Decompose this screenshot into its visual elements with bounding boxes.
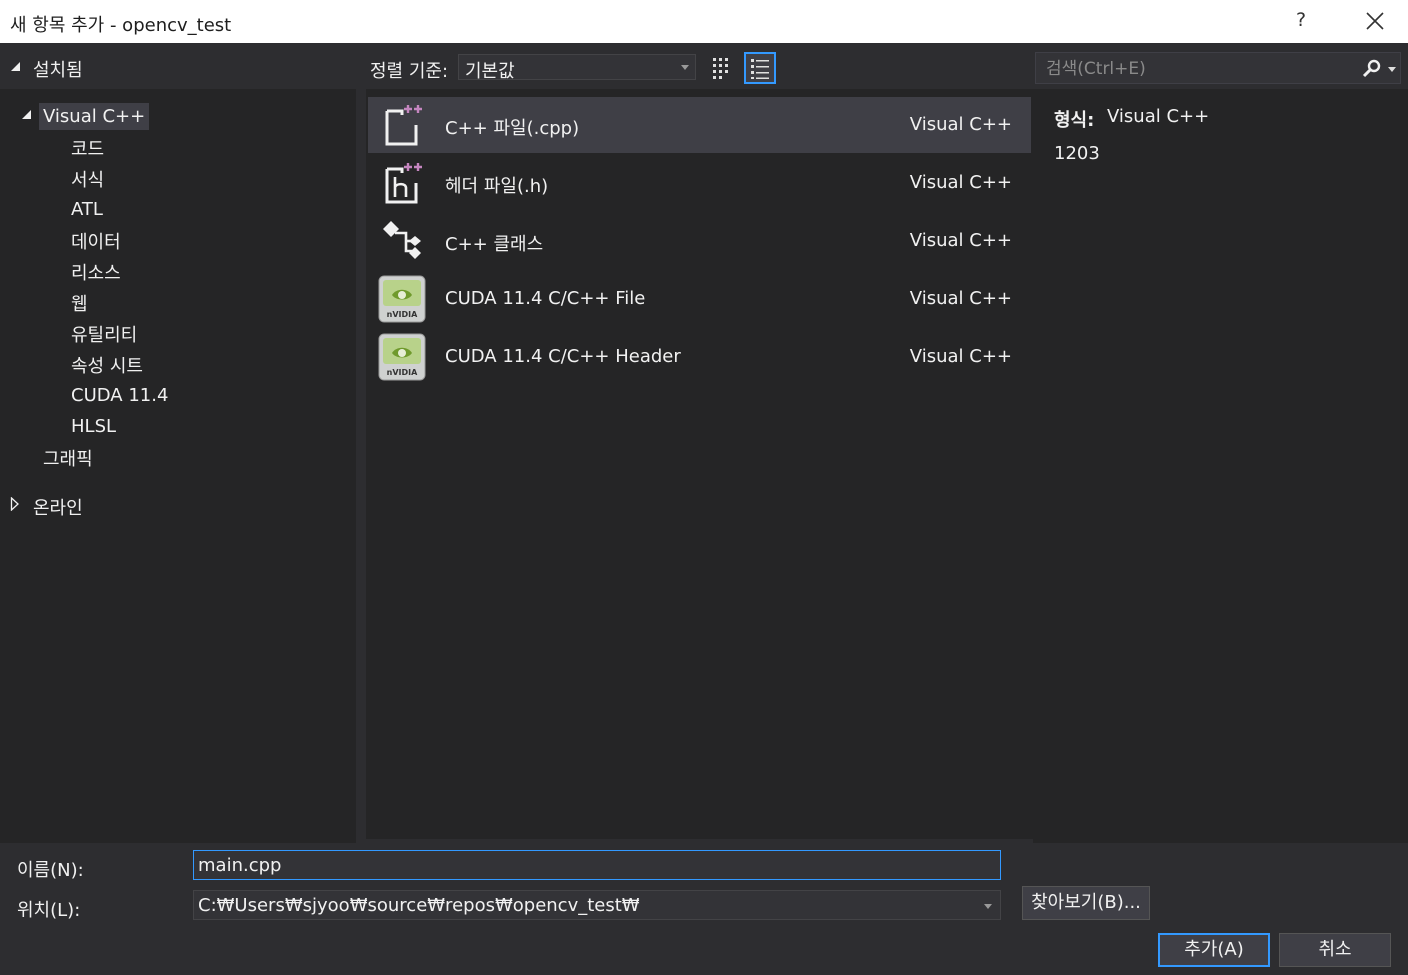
close-icon [1366,12,1384,30]
tree-item-format[interactable]: 서식 [71,166,104,192]
tree-item-graphics[interactable]: 그래픽 [43,445,93,471]
chevron-down-icon[interactable] [984,904,992,909]
nvidia-icon: nVIDIA [378,275,426,323]
sort-value: 기본값 [465,61,515,82]
grid-view-button[interactable] [706,52,738,84]
close-button[interactable] [1362,8,1388,34]
browse-button[interactable]: 찾아보기(B)... [1022,886,1150,920]
tree-item-code[interactable]: 코드 [71,135,104,161]
tree-item-data[interactable]: 데이터 [71,228,121,254]
template-item-header-file[interactable]: 헤더 파일(.h) Visual C++ [368,155,1031,211]
template-list: C++ 파일(.cpp) Visual C++ 헤더 파일(.h) Visual… [366,89,1033,839]
cpp-class-icon [383,221,421,259]
name-label: 이름(N): [17,860,84,881]
item-form: 이름(N): 위치(L): 찾아보기(B)... 추가(A) 취소 [0,843,1408,975]
template-description: 1203 [1054,143,1100,164]
collapse-triangle-icon [11,62,20,71]
location-label: 위치(L): [17,900,81,921]
location-combobox[interactable] [193,890,1001,920]
search-input[interactable] [1044,57,1358,81]
search-options-chevron-icon[interactable] [1388,67,1396,72]
cancel-button[interactable]: 취소 [1279,933,1391,967]
template-name: 헤더 파일(.h) [445,176,549,197]
template-name: C++ 클래스 [445,234,544,255]
sort-label: 정렬 기준: [370,61,449,82]
search-icon[interactable] [1362,59,1382,79]
tree-item-resource[interactable]: 리소스 [71,259,121,285]
installed-header[interactable]: 설치됨 [0,43,356,89]
template-language: Visual C++ [909,114,1012,135]
help-button[interactable]: ? [1296,9,1306,31]
grid-view-icon [713,58,728,79]
window-title: 새 항목 추가 - opencv_test [10,15,232,36]
svg-text:nVIDIA: nVIDIA [387,368,418,377]
installed-label: 설치됨 [33,60,83,81]
details-panel: 형식: Visual C++ 1203 [1033,43,1408,843]
expand-triangle-icon[interactable] [10,497,20,511]
type-label: 형식: [1054,110,1095,131]
template-language: Visual C++ [909,172,1012,193]
cpp-file-icon [385,105,422,146]
location-input[interactable] [198,894,968,916]
expand-visual-cpp-icon[interactable] [21,109,33,121]
add-button[interactable]: 추가(A) [1158,933,1270,967]
template-name: CUDA 11.4 C/C++ Header [445,346,681,367]
tree-item-web[interactable]: 웹 [71,290,88,316]
template-language: Visual C++ [909,230,1012,251]
list-view-icon [751,59,769,79]
tree-item-atl[interactable]: ATL [71,199,103,220]
tree-item-online[interactable]: 온라인 [33,494,83,520]
template-name: CUDA 11.4 C/C++ File [445,288,646,309]
template-item-cuda-header[interactable]: nVIDIA CUDA 11.4 C/C++ Header Visual C++ [368,329,1031,385]
template-name: C++ 파일(.cpp) [445,118,580,139]
type-value: Visual C++ [1107,106,1210,127]
sort-toolbar: 정렬 기준: 기본값 [356,43,1033,89]
sort-dropdown[interactable]: 기본값 [458,54,696,82]
search-box[interactable] [1035,52,1401,84]
chevron-down-icon [681,65,689,70]
svg-text:nVIDIA: nVIDIA [387,310,418,319]
tree-item-utility[interactable]: 유틸리티 [71,321,137,347]
template-language: Visual C++ [909,288,1012,309]
template-item-cpp-file[interactable]: C++ 파일(.cpp) Visual C++ [368,97,1031,153]
header-file-icon [385,163,422,204]
tree-item-cuda[interactable]: CUDA 11.4 [71,385,168,406]
name-input[interactable] [198,854,996,876]
tree-item-visual-cpp[interactable]: Visual C++ [39,103,150,130]
template-item-cuda-file[interactable]: nVIDIA CUDA 11.4 C/C++ File Visual C++ [368,271,1031,327]
tree-item-hlsl[interactable]: HLSL [71,416,116,437]
template-item-cpp-class[interactable]: C++ 클래스 Visual C++ [368,213,1031,269]
name-field[interactable] [193,850,1001,880]
template-language: Visual C++ [909,346,1012,367]
nvidia-icon: nVIDIA [378,333,426,381]
category-tree-panel: 설치됨 Visual C++ 코드 서식 ATL 데이터 리소스 웹 유틸리티 … [0,43,356,843]
search-bar [1033,43,1408,89]
list-view-button[interactable] [744,52,776,84]
title-bar: 새 항목 추가 - opencv_test ? [0,0,1408,43]
tree-item-property-sheet[interactable]: 속성 시트 [71,352,143,378]
